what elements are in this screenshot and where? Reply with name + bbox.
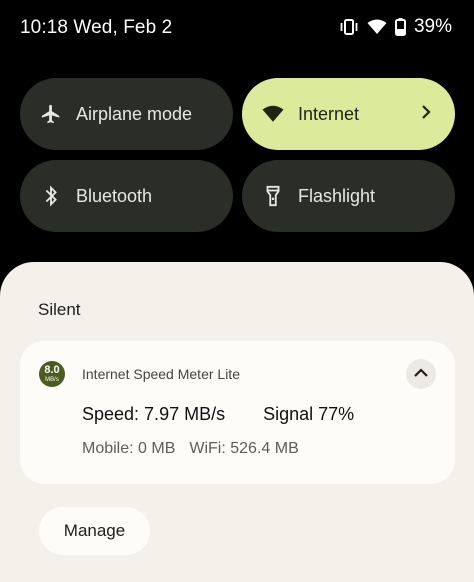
tile-label: Internet — [298, 103, 360, 124]
bluetooth-icon — [40, 185, 62, 207]
mobile-usage: Mobile: 0 MB — [82, 440, 176, 457]
battery-icon — [394, 18, 406, 36]
notification-title: Speed: 7.97 MB/s Signal 77% — [82, 404, 354, 425]
airplane-icon — [40, 103, 62, 125]
tile-label: Flashlight — [298, 185, 376, 206]
tile-bluetooth[interactable]: Bluetooth — [20, 160, 233, 232]
wifi-usage: WiFi: 526.4 MB — [189, 440, 299, 457]
app-icon-value: 8.0 — [44, 364, 60, 376]
notification-body: Mobile: 0 MB WiFi: 526.4 MB — [82, 440, 299, 458]
tile-label: Bluetooth — [76, 185, 153, 206]
speed-text: Speed: 7.97 MB/s — [82, 404, 226, 424]
status-bar: 10:18 Wed, Feb 2 39% — [0, 0, 474, 60]
battery-percent: 39% — [413, 16, 452, 37]
app-icon-unit: MB/s — [45, 377, 59, 383]
tile-label: Airplane mode — [76, 103, 193, 124]
tile-flashlight[interactable]: Flashlight — [242, 160, 455, 232]
section-title-silent: Silent — [38, 300, 81, 319]
flashlight-icon — [262, 185, 284, 207]
collapse-button[interactable] — [406, 359, 436, 389]
status-time-date: 10:18 Wed, Feb 2 — [20, 17, 173, 38]
vibrate-icon — [339, 18, 359, 36]
chevron-right-icon — [421, 104, 431, 125]
chevron-up-icon — [413, 365, 429, 383]
app-icon: 8.0 MB/s — [39, 361, 65, 387]
signal-text: Signal 77% — [263, 404, 355, 424]
tile-internet[interactable]: Internet — [242, 78, 455, 150]
manage-button[interactable]: Manage — [39, 507, 150, 555]
tile-airplane-mode[interactable]: Airplane mode — [20, 78, 233, 150]
status-icons: 39% — [339, 16, 452, 38]
wifi-icon — [262, 103, 284, 125]
wifi-icon — [367, 19, 387, 35]
app-name: Internet Speed Meter Lite — [82, 366, 240, 382]
